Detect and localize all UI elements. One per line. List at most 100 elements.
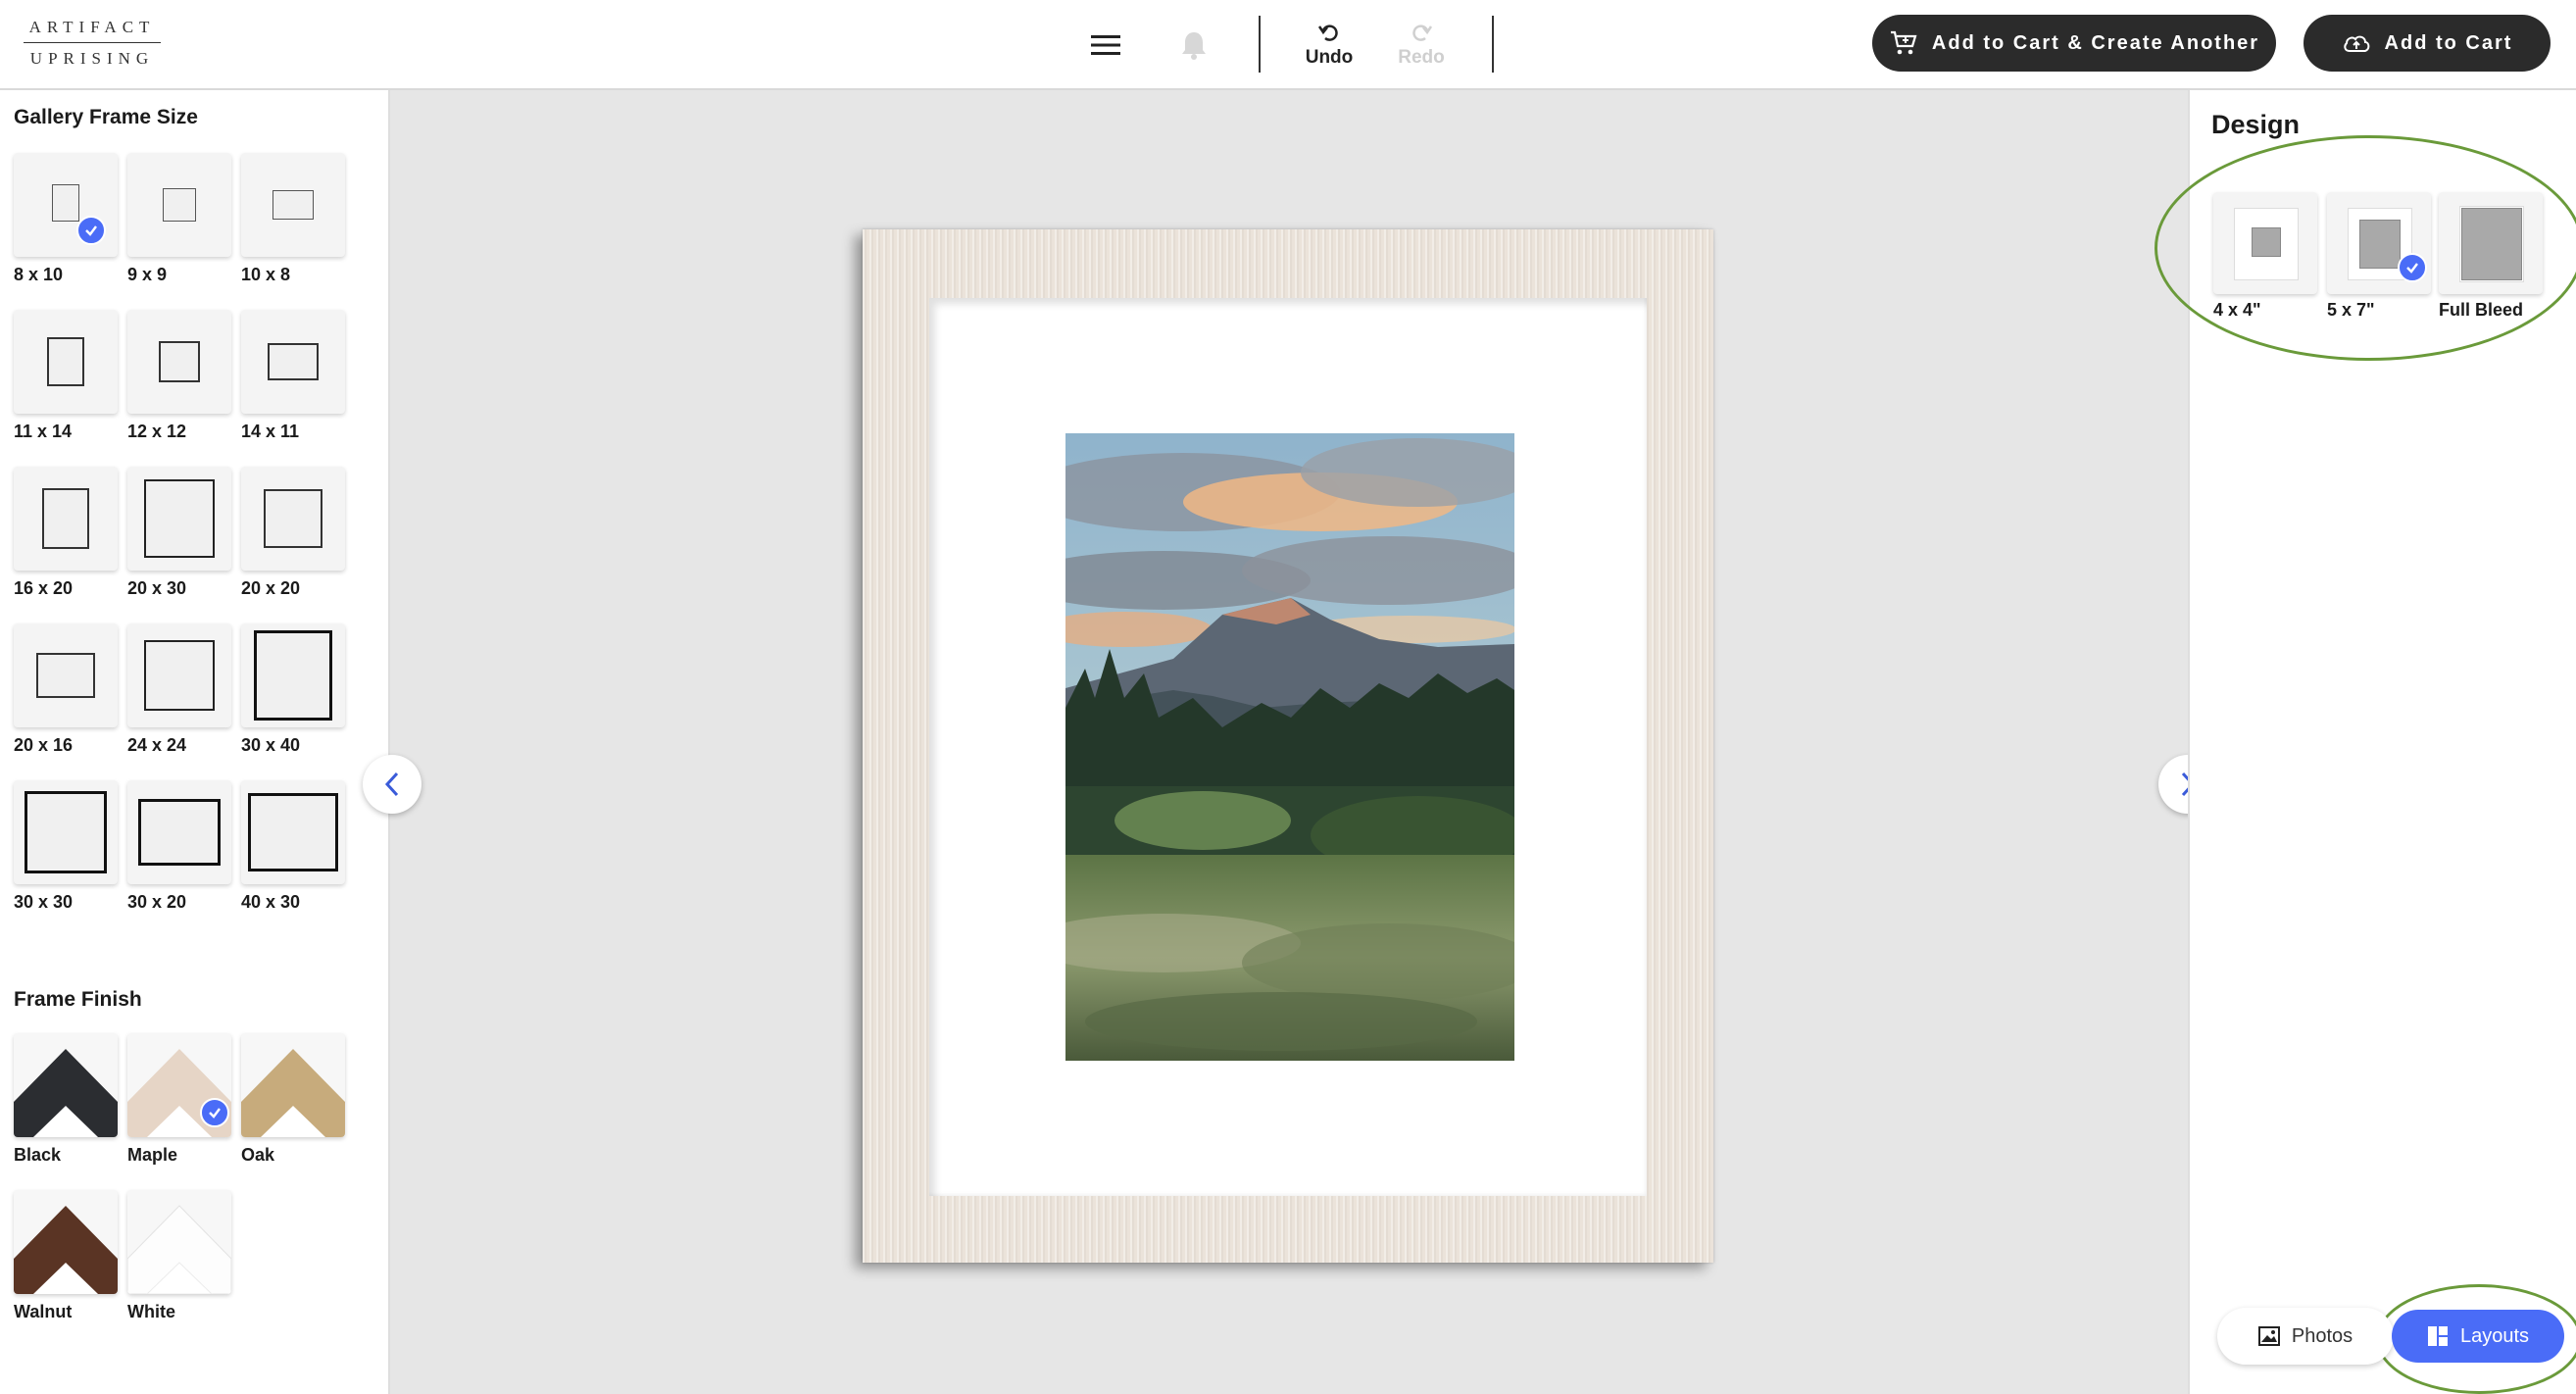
- size-label: 12 x 12: [127, 422, 187, 441]
- layout-grid-icon: [2427, 1326, 2448, 1346]
- layout-label: Full Bleed: [2439, 300, 2524, 320]
- size-option-24x24[interactable]: [127, 623, 231, 727]
- size-option-14x11[interactable]: [241, 310, 345, 414]
- frame-mat: [929, 298, 1647, 1196]
- finish-option-walnut[interactable]: [14, 1190, 118, 1294]
- size-label: 30 x 30: [14, 892, 74, 912]
- redo-button[interactable]: Redo: [1376, 14, 1466, 76]
- size-thumb: [163, 188, 196, 222]
- size-thumb: [159, 341, 200, 382]
- size-thumb: [272, 190, 314, 220]
- undo-icon: [1317, 25, 1338, 41]
- size-thumb: [248, 793, 338, 871]
- size-label: 16 x 20: [14, 578, 74, 598]
- gallery-frame-size-title: Gallery Frame Size: [14, 106, 198, 128]
- selected-check-icon: [76, 216, 106, 245]
- layout-option-4x4[interactable]: [2213, 192, 2317, 294]
- top-toolbar: ARTIFACT UPRISING Undo Redo Add to Cart …: [0, 0, 2576, 90]
- size-label: 40 x 30: [241, 892, 301, 912]
- layout-photo-box: [2359, 220, 2401, 269]
- finish-label: Maple: [127, 1145, 178, 1165]
- add-to-cart-button[interactable]: Add to Cart: [2304, 15, 2551, 72]
- finish-label: Black: [14, 1145, 62, 1165]
- frame-finish-title: Frame Finish: [14, 988, 142, 1011]
- size-option-9x9[interactable]: [127, 153, 231, 257]
- size-option-12x12[interactable]: [127, 310, 231, 414]
- size-option-11x14[interactable]: [14, 310, 118, 414]
- selected-check-icon: [200, 1098, 229, 1127]
- redo-label: Redo: [1398, 47, 1445, 68]
- size-option-30x40[interactable]: [241, 623, 345, 727]
- design-title: Design: [2211, 110, 2301, 139]
- size-option-30x20[interactable]: [127, 780, 231, 884]
- finish-option-oak[interactable]: [241, 1033, 345, 1137]
- size-thumb: [144, 479, 215, 558]
- cloud-upload-icon: [2343, 35, 2369, 52]
- toolbar-divider: [1492, 16, 1494, 73]
- size-option-30x30[interactable]: [14, 780, 118, 884]
- size-label: 20 x 16: [14, 735, 74, 755]
- frame-corner-swatch-icon: [127, 1190, 231, 1294]
- size-option-20x30[interactable]: [127, 467, 231, 571]
- undo-button[interactable]: Undo: [1284, 14, 1374, 76]
- finish-label: Oak: [241, 1145, 275, 1165]
- cart-plus-icon: [1890, 30, 1917, 55]
- size-option-10x8[interactable]: [241, 153, 345, 257]
- size-thumb: [36, 653, 95, 698]
- frame-corner-swatch-icon: [241, 1033, 345, 1137]
- size-label: 20 x 30: [127, 578, 187, 598]
- add-to-cart-create-another-button[interactable]: Add to Cart & Create Another: [1872, 15, 2276, 72]
- size-thumb: [138, 799, 221, 866]
- size-option-40x30[interactable]: [241, 780, 345, 884]
- add-to-cart-label: Add to Cart: [2384, 31, 2513, 54]
- finish-label: Walnut: [14, 1302, 73, 1321]
- left-options-panel: Gallery Frame Size 8 x 10 9 x 9 10 x 8 1…: [0, 90, 390, 1394]
- tab-photos[interactable]: Photos: [2217, 1308, 2394, 1365]
- menu-button[interactable]: [1078, 22, 1133, 69]
- mountain-landscape-photo: [1065, 433, 1514, 1061]
- finish-option-white[interactable]: [127, 1190, 231, 1294]
- right-design-panel: Design 4 x 4" 5 x 7" Full Bleed: [2188, 90, 2576, 1394]
- size-label: 10 x 8: [241, 265, 291, 284]
- finish-label: White: [127, 1302, 175, 1321]
- panel-tab-switcher: Photos Layouts: [2217, 1308, 2576, 1369]
- size-label: 30 x 40: [241, 735, 301, 755]
- selected-check-icon: [2398, 253, 2427, 282]
- frame-corner-swatch-icon: [14, 1033, 118, 1137]
- size-thumb: [144, 640, 215, 711]
- undo-label: Undo: [1305, 47, 1354, 68]
- size-label: 20 x 20: [241, 578, 301, 598]
- toolbar-divider: [1259, 16, 1261, 73]
- size-label: 11 x 14: [14, 422, 73, 441]
- size-option-20x16[interactable]: [14, 623, 118, 727]
- hamburger-icon: [1091, 35, 1120, 55]
- size-label: 24 x 24: [127, 735, 187, 755]
- brand-logo[interactable]: ARTIFACT UPRISING: [24, 18, 161, 69]
- framed-print-preview[interactable]: [863, 229, 1713, 1263]
- redo-icon: [1412, 25, 1433, 41]
- size-label: 14 x 11: [241, 422, 300, 441]
- frame-corner-swatch-icon: [14, 1190, 118, 1294]
- size-thumb: [268, 343, 319, 380]
- chevron-left-icon: [384, 772, 399, 797]
- layout-label: 4 x 4": [2213, 300, 2261, 320]
- photo-slot[interactable]: [1065, 433, 1514, 1061]
- layout-option-full-bleed[interactable]: [2439, 192, 2543, 294]
- tab-layouts[interactable]: Layouts: [2392, 1310, 2564, 1363]
- tab-layouts-label: Layouts: [2459, 1324, 2530, 1347]
- logo-line-1: ARTIFACT: [28, 18, 156, 36]
- bell-icon: [1182, 32, 1206, 60]
- size-option-8x10[interactable]: [14, 153, 118, 257]
- finish-option-maple[interactable]: [127, 1033, 231, 1137]
- previous-arrow-button[interactable]: [363, 755, 421, 814]
- finish-option-black[interactable]: [14, 1033, 118, 1137]
- size-option-16x20[interactable]: [14, 467, 118, 571]
- layout-option-5x7[interactable]: [2327, 192, 2431, 294]
- size-thumb: [254, 630, 332, 721]
- notifications-button[interactable]: [1166, 22, 1221, 69]
- size-thumb: [47, 337, 84, 386]
- size-thumb: [42, 488, 89, 549]
- add-to-cart-create-another-label: Add to Cart & Create Another: [1931, 31, 2260, 54]
- size-option-20x20[interactable]: [241, 467, 345, 571]
- size-thumb: [52, 184, 79, 222]
